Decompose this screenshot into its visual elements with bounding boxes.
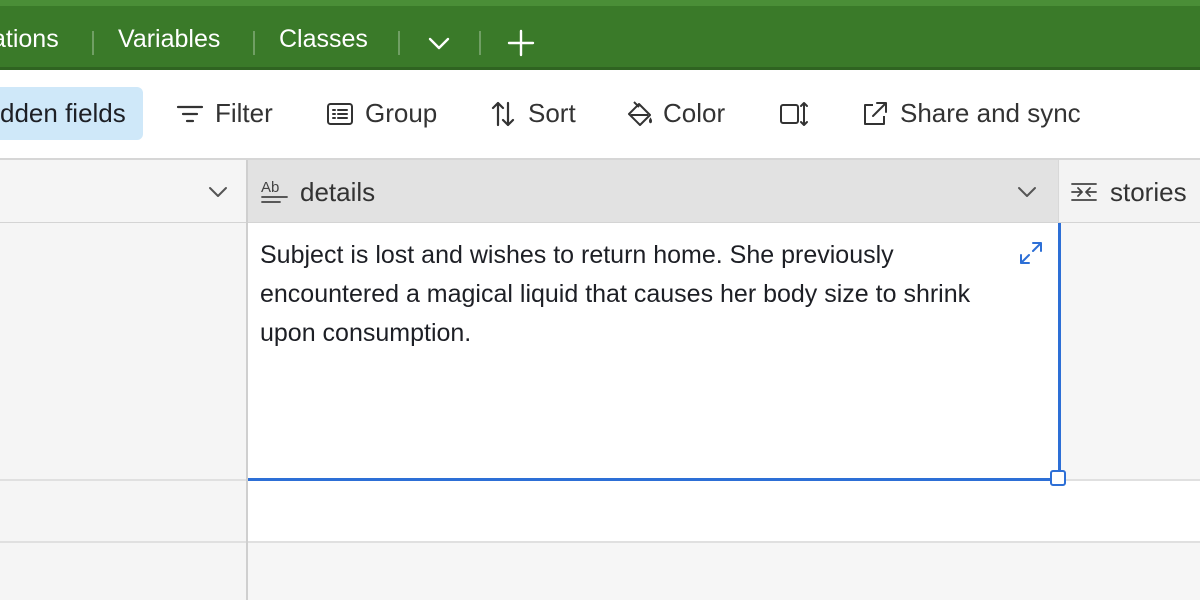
sort-icon [488,99,518,129]
long-text-icon: Ab [260,177,290,207]
active-details-cell[interactable]: Subject is lost and wishes to return hom… [248,223,1061,481]
tab-variables[interactable]: Variables [118,20,220,58]
paint-bucket-icon [625,99,655,129]
airtable-grid-view: ations Variables Classes dden fields Fil… [0,0,1200,600]
hide-fields-button[interactable]: dden fields [0,87,143,140]
tab-divider [92,31,94,55]
share-sync-label: Share and sync [900,98,1081,128]
table-tab-bar: ations Variables Classes [0,0,1200,70]
details-header-label: details [300,177,376,207]
tab-classes[interactable]: Classes [279,20,368,58]
view-toolbar: dden fields Filter Group Sort Color Shar… [0,70,1200,160]
sort-label: Sort [528,98,576,128]
add-row-area[interactable] [248,542,1200,600]
tab-relations[interactable]: ations [0,20,59,58]
expand-icon[interactable] [1018,240,1044,266]
row-height-icon [778,99,808,129]
chevron-down-icon[interactable] [205,179,231,205]
svg-text:Ab: Ab [261,179,279,196]
color-label: Color [663,98,726,128]
filter-button[interactable]: Filter [175,87,273,140]
filter-label: Filter [215,98,273,128]
hide-fields-label: dden fields [0,98,126,128]
link-record-icon [1069,177,1099,207]
sort-button[interactable]: Sort [488,87,576,140]
primary-field-header[interactable] [0,160,246,223]
external-link-icon [860,99,890,129]
stories-cell-row-1[interactable] [1058,223,1200,480]
row-divider [1058,479,1200,481]
row-height-button[interactable] [778,87,808,140]
chevron-down-icon[interactable] [424,28,454,58]
color-button[interactable]: Color [625,87,725,140]
chevron-down-icon[interactable] [1014,179,1040,205]
tab-divider [479,31,481,55]
row-divider [0,479,248,481]
plus-icon[interactable] [506,28,536,58]
share-sync-button[interactable]: Share and sync [860,87,1081,140]
tab-divider [253,31,255,55]
filter-icon [175,99,205,129]
group-label: Group [365,98,438,128]
details-field-header[interactable]: Ab details [248,160,1058,223]
fill-handle[interactable] [1050,470,1066,486]
table-row[interactable] [248,480,1200,542]
row-divider [0,541,1200,543]
stories-field-header[interactable]: stories [1058,160,1200,223]
stories-header-label: stories [1110,177,1187,207]
group-icon [325,99,355,129]
tab-divider [398,31,400,55]
data-grid: Ab details stories Subject is lost and w… [0,160,1200,600]
group-button[interactable]: Group [325,87,437,140]
primary-column [0,160,247,600]
details-cell-text[interactable]: Subject is lost and wishes to return hom… [260,236,1000,353]
